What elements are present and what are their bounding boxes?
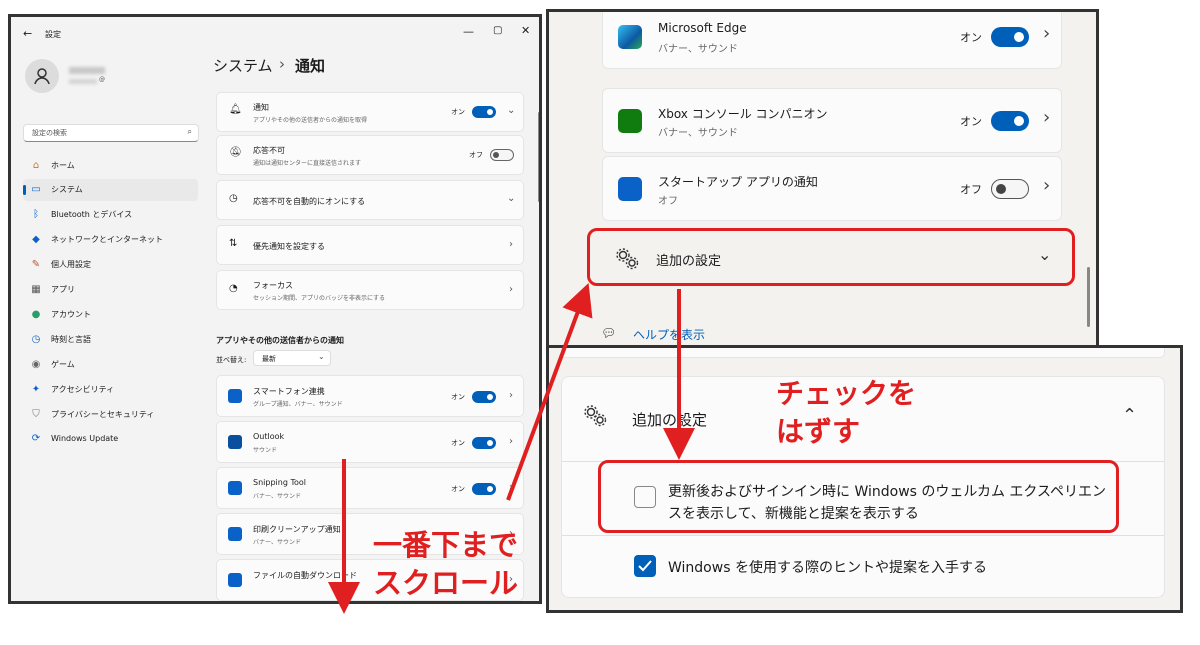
- uncheck-annotation-line2: はずす: [776, 415, 861, 448]
- to-additional-arrow: [506, 283, 593, 501]
- scroll-annotation-line2: スクロール: [373, 566, 519, 600]
- uncheck-annotation-line1: チェックを: [776, 377, 917, 410]
- scroll-annotation-line1: 一番下まで: [373, 528, 519, 562]
- annotation-arrows: [328, 283, 695, 614]
